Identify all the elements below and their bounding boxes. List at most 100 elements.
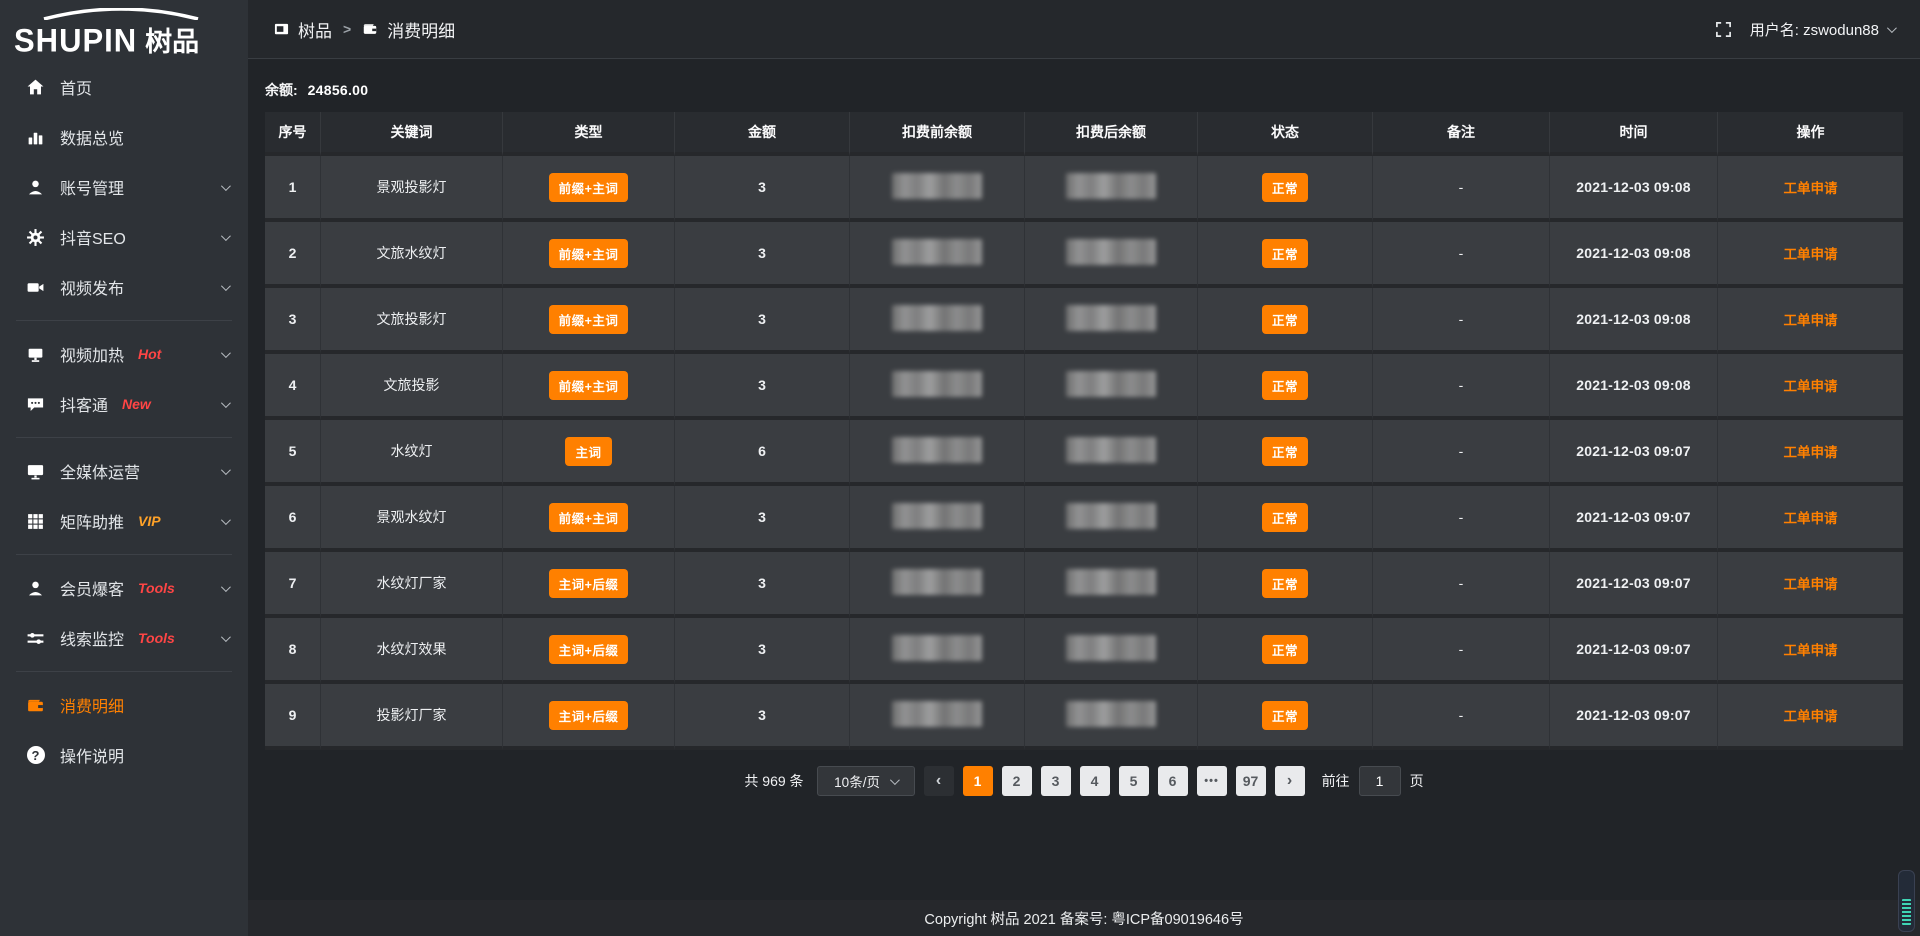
consumption-table: 序号 关键词 类型 金额 扣费前余额 扣费后余额 状态 备注 时间 操作 1景观…: [265, 112, 1903, 750]
sidebar-item-all-media[interactable]: 全媒体运营: [0, 446, 248, 496]
cell-balance-before: [850, 552, 1025, 618]
table-header-row: 序号 关键词 类型 金额 扣费前余额 扣费后余额 状态 备注 时间 操作: [265, 112, 1903, 156]
work-order-link[interactable]: 工单申请: [1784, 379, 1838, 394]
cell-time: 2021-12-03 09:08: [1550, 354, 1718, 420]
user-menu[interactable]: 用户名: zswodun88: [1750, 19, 1894, 40]
cell-time: 2021-12-03 09:07: [1550, 618, 1718, 684]
work-order-link[interactable]: 工单申请: [1784, 445, 1838, 460]
breadcrumb-separator: >: [341, 21, 353, 37]
sidebar-item-home[interactable]: 首页: [0, 62, 248, 112]
sidebar-item-label: 消费明细: [60, 693, 124, 717]
sidebar-item-account-mgmt[interactable]: 账号管理: [0, 162, 248, 212]
work-order-link[interactable]: 工单申请: [1784, 577, 1838, 592]
bar-chart-icon: [26, 128, 45, 147]
blurred-value: [892, 437, 982, 463]
cell-status: 正常: [1198, 354, 1373, 420]
menu-divider: [16, 320, 232, 321]
sidebar-item-label: 数据总览: [60, 125, 124, 149]
work-order-link[interactable]: 工单申请: [1784, 247, 1838, 262]
sidebar-item-video-publish[interactable]: 视频发布: [0, 262, 248, 312]
blurred-value: [1066, 437, 1156, 463]
cell-balance-after: [1025, 288, 1198, 354]
col-header-status: 状态: [1198, 112, 1373, 156]
browser-extension-widget[interactable]: [1898, 870, 1915, 932]
status-badge: 正常: [1262, 371, 1308, 400]
tools-tag: Tools: [138, 630, 175, 646]
type-badge: 前缀+主词: [549, 371, 629, 400]
work-order-link[interactable]: 工单申请: [1784, 313, 1838, 328]
cell-action: 工单申请: [1718, 288, 1903, 354]
work-order-link[interactable]: 工单申请: [1784, 643, 1838, 658]
cell-type: 前缀+主词: [503, 222, 675, 288]
status-badge: 正常: [1262, 635, 1308, 664]
sidebar-item-douyin-seo[interactable]: 抖音SEO: [0, 212, 248, 262]
type-badge: 前缀+主词: [549, 173, 629, 202]
next-page-button[interactable]: ›: [1275, 766, 1305, 796]
work-order-link[interactable]: 工单申请: [1784, 511, 1838, 526]
type-badge: 前缀+主词: [549, 305, 629, 334]
cell-balance-before: [850, 222, 1025, 288]
blurred-value: [892, 239, 982, 265]
prev-page-button[interactable]: ‹: [924, 766, 954, 796]
sidebar-item-label: 会员爆客: [60, 576, 124, 600]
cell-action: 工单申请: [1718, 420, 1903, 486]
page-button-1[interactable]: 1: [963, 766, 993, 796]
breadcrumb: 树品 > 消费明细: [274, 17, 455, 42]
chevron-down-icon: [221, 398, 231, 408]
table-row: 5水纹灯主词6正常-2021-12-03 09:07工单申请: [265, 420, 1903, 486]
status-badge: 正常: [1262, 503, 1308, 532]
sidebar-item-doketong[interactable]: 抖客通 New: [0, 379, 248, 429]
page-button-4[interactable]: 4: [1080, 766, 1110, 796]
cell-type: 主词+后缀: [503, 684, 675, 750]
status-badge: 正常: [1262, 305, 1308, 334]
blurred-value: [892, 701, 982, 727]
cell-balance-after: [1025, 222, 1198, 288]
sidebar-item-label: 线索监控: [60, 626, 124, 650]
page-button-3[interactable]: 3: [1041, 766, 1071, 796]
cell-balance-before: [850, 354, 1025, 420]
page-button-6[interactable]: 6: [1158, 766, 1188, 796]
cell-action: 工单申请: [1718, 354, 1903, 420]
cell-time: 2021-12-03 09:08: [1550, 222, 1718, 288]
sidebar-item-label: 视频发布: [60, 275, 124, 299]
sidebar-item-lead-monitor[interactable]: 线索监控 Tools: [0, 613, 248, 663]
page-button-97[interactable]: 97: [1236, 766, 1266, 796]
sidebar-item-consumption-detail[interactable]: 消费明细: [0, 680, 248, 730]
page-size-select[interactable]: 10条/页: [817, 766, 915, 796]
total-count: 共 969 条: [744, 771, 803, 791]
breadcrumb-current: 消费明细: [387, 17, 455, 42]
app-logo: SHUPIN 树品: [0, 0, 248, 56]
sliders-icon: [26, 629, 45, 648]
work-order-link[interactable]: 工单申请: [1784, 709, 1838, 724]
type-badge: 前缀+主词: [549, 239, 629, 268]
page-button-2[interactable]: 2: [1002, 766, 1032, 796]
chevron-down-icon: [221, 515, 231, 525]
type-badge: 主词: [565, 437, 611, 466]
cell-balance-after: [1025, 618, 1198, 684]
balance-value: 24856.00: [308, 82, 369, 98]
table-row: 1景观投影灯前缀+主词3正常-2021-12-03 09:08工单申请: [265, 156, 1903, 222]
work-order-link[interactable]: 工单申请: [1784, 181, 1838, 196]
fullscreen-icon[interactable]: [1715, 21, 1732, 38]
sidebar-item-video-heat[interactable]: 视频加热 Hot: [0, 329, 248, 379]
cell-status: 正常: [1198, 684, 1373, 750]
sidebar-item-instructions[interactable]: ? 操作说明: [0, 730, 248, 780]
cell-amount: 3: [675, 486, 850, 552]
blurred-value: [892, 569, 982, 595]
sidebar-item-data-overview[interactable]: 数据总览: [0, 112, 248, 162]
cell-balance-after: [1025, 684, 1198, 750]
cell-action: 工单申请: [1718, 222, 1903, 288]
status-badge: 正常: [1262, 173, 1308, 202]
breadcrumb-home[interactable]: 树品: [298, 17, 332, 42]
cell-note: -: [1373, 420, 1550, 486]
cell-keyword: 文旅投影: [321, 354, 503, 420]
hot-tag: Hot: [138, 346, 161, 362]
cell-time: 2021-12-03 09:08: [1550, 288, 1718, 354]
cell-time: 2021-12-03 09:07: [1550, 684, 1718, 750]
page-button-5[interactable]: 5: [1119, 766, 1149, 796]
goto-page-input[interactable]: [1359, 766, 1401, 796]
cell-amount: 3: [675, 222, 850, 288]
more-pages-button[interactable]: •••: [1197, 766, 1227, 796]
sidebar-item-matrix-boost[interactable]: 矩阵助推 VIP: [0, 496, 248, 546]
sidebar-item-member-baoke[interactable]: 会员爆客 Tools: [0, 563, 248, 613]
